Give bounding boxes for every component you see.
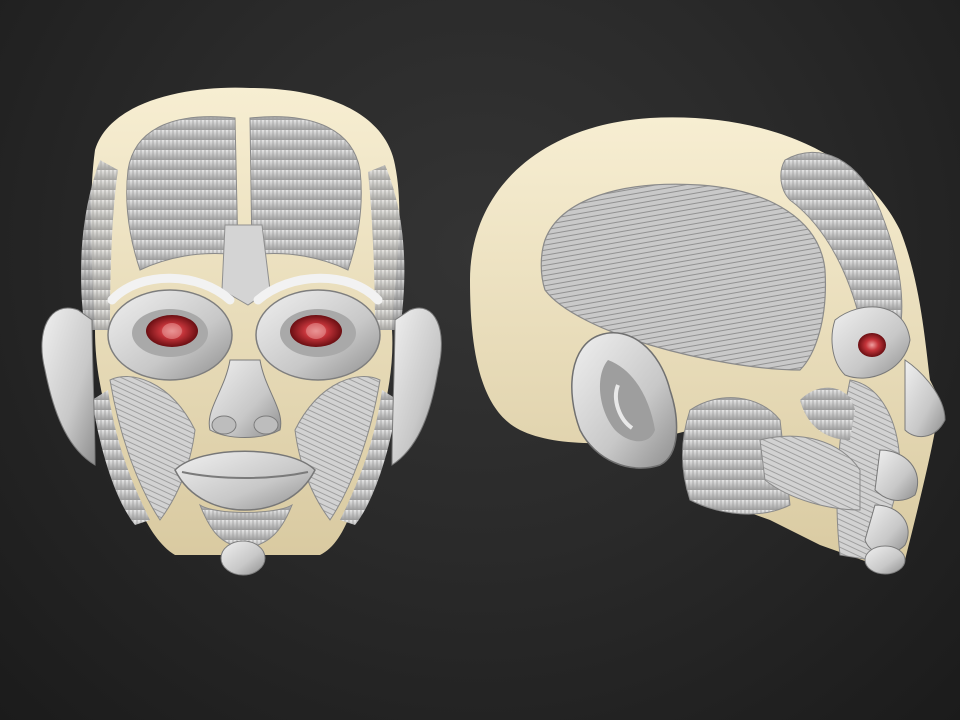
side-view-head xyxy=(470,117,946,575)
front-chin xyxy=(220,540,266,576)
render-viewport xyxy=(0,0,960,720)
front-frontalis-right xyxy=(249,116,362,271)
anatomy-render xyxy=(41,87,946,576)
front-view-head xyxy=(41,87,442,576)
front-ear-right xyxy=(391,307,442,466)
front-frontalis-left xyxy=(126,116,239,271)
front-ear-left xyxy=(41,307,96,466)
side-eye xyxy=(858,333,886,357)
